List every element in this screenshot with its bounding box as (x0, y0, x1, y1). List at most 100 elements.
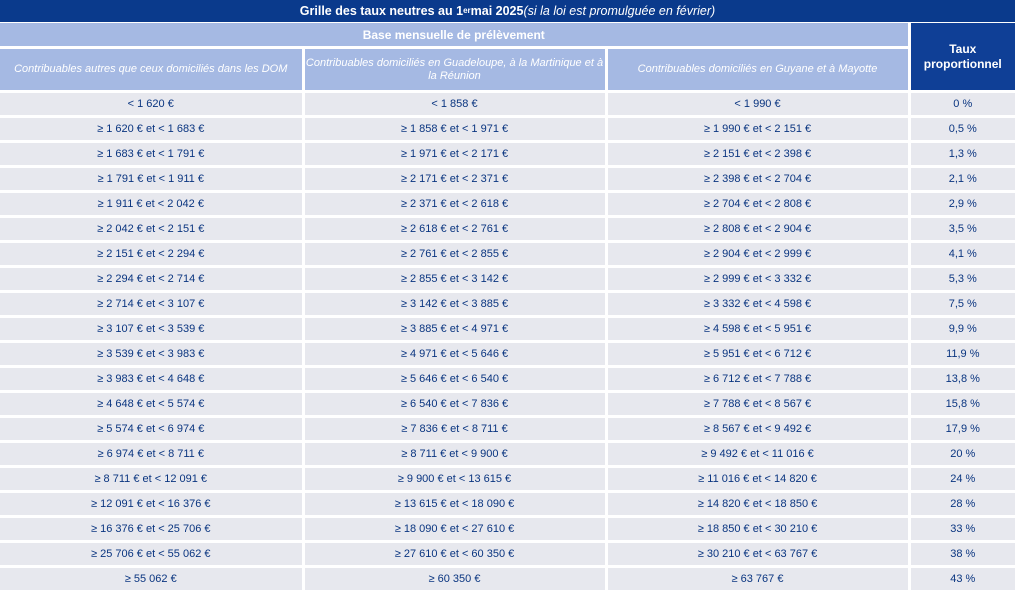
cell-metropole: ≥ 5 574 € et < 6 974 € (0, 417, 303, 442)
cell-guyane-mayotte: ≥ 7 788 € et < 8 567 € (606, 392, 909, 417)
cell-metropole: ≥ 3 983 € et < 4 648 € (0, 367, 303, 392)
cell-antilles-reunion: ≥ 2 371 € et < 2 618 € (303, 192, 606, 217)
cell-guyane-mayotte: ≥ 2 151 € et < 2 398 € (606, 142, 909, 167)
cell-rate: 2,9 % (909, 192, 1015, 217)
cell-rate: 2,1 % (909, 167, 1015, 192)
table-row: < 1 620 €< 1 858 €< 1 990 €0 % (0, 92, 1015, 117)
table-row: ≥ 55 062 €≥ 60 350 €≥ 63 767 €43 % (0, 567, 1015, 590)
cell-guyane-mayotte: ≥ 2 704 € et < 2 808 € (606, 192, 909, 217)
cell-rate: 13,8 % (909, 367, 1015, 392)
table-row: ≥ 3 107 € et < 3 539 €≥ 3 885 € et < 4 9… (0, 317, 1015, 342)
cell-guyane-mayotte: ≥ 2 398 € et < 2 704 € (606, 167, 909, 192)
cell-rate: 33 % (909, 517, 1015, 542)
cell-antilles-reunion: ≥ 2 855 € et < 3 142 € (303, 267, 606, 292)
column-header-metropole: Contribuables autres que ceux domiciliés… (0, 48, 303, 92)
table-row: ≥ 12 091 € et < 16 376 €≥ 13 615 € et < … (0, 492, 1015, 517)
table-row: ≥ 25 706 € et < 55 062 €≥ 27 610 € et < … (0, 542, 1015, 567)
cell-metropole: < 1 620 € (0, 92, 303, 117)
cell-antilles-reunion: ≥ 13 615 € et < 18 090 € (303, 492, 606, 517)
cell-antilles-reunion: ≥ 4 971 € et < 5 646 € (303, 342, 606, 367)
cell-guyane-mayotte: ≥ 8 567 € et < 9 492 € (606, 417, 909, 442)
table-row: ≥ 16 376 € et < 25 706 €≥ 18 090 € et < … (0, 517, 1015, 542)
table-row: ≥ 5 574 € et < 6 974 €≥ 7 836 € et < 8 7… (0, 417, 1015, 442)
cell-rate: 20 % (909, 442, 1015, 467)
title-note: (si la loi est promulguée en février) (523, 4, 715, 18)
cell-metropole: ≥ 16 376 € et < 25 706 € (0, 517, 303, 542)
column-header-guadeloupe-martinique-reunion: Contribuables domiciliés en Guadeloupe, … (303, 48, 606, 92)
cell-rate: 17,9 % (909, 417, 1015, 442)
title-main-end: mai 2025 (471, 4, 524, 18)
table-row: ≥ 1 683 € et < 1 791 €≥ 1 971 € et < 2 1… (0, 142, 1015, 167)
cell-guyane-mayotte: ≥ 11 016 € et < 14 820 € (606, 467, 909, 492)
cell-guyane-mayotte: ≥ 14 820 € et < 18 850 € (606, 492, 909, 517)
cell-rate: 3,5 % (909, 217, 1015, 242)
cell-metropole: ≥ 25 706 € et < 55 062 € (0, 542, 303, 567)
cell-metropole: ≥ 3 107 € et < 3 539 € (0, 317, 303, 342)
cell-metropole: ≥ 55 062 € (0, 567, 303, 590)
cell-rate: 9,9 % (909, 317, 1015, 342)
table-row: ≥ 2 151 € et < 2 294 €≥ 2 761 € et < 2 8… (0, 242, 1015, 267)
cell-metropole: ≥ 2 294 € et < 2 714 € (0, 267, 303, 292)
tax-rate-table: Base mensuelle de prélèvement Taux propo… (0, 23, 1015, 590)
cell-guyane-mayotte: ≥ 30 210 € et < 63 767 € (606, 542, 909, 567)
cell-metropole: ≥ 2 714 € et < 3 107 € (0, 292, 303, 317)
table-row: ≥ 1 620 € et < 1 683 €≥ 1 858 € et < 1 9… (0, 117, 1015, 142)
cell-rate: 24 % (909, 467, 1015, 492)
cell-antilles-reunion: ≥ 5 646 € et < 6 540 € (303, 367, 606, 392)
cell-guyane-mayotte: < 1 990 € (606, 92, 909, 117)
cell-antilles-reunion: ≥ 6 540 € et < 7 836 € (303, 392, 606, 417)
cell-metropole: ≥ 2 042 € et < 2 151 € (0, 217, 303, 242)
table-row: ≥ 4 648 € et < 5 574 €≥ 6 540 € et < 7 8… (0, 392, 1015, 417)
cell-metropole: ≥ 1 911 € et < 2 042 € (0, 192, 303, 217)
cell-metropole: ≥ 2 151 € et < 2 294 € (0, 242, 303, 267)
header-row-band: Base mensuelle de prélèvement Taux propo… (0, 23, 1015, 48)
cell-antilles-reunion: ≥ 9 900 € et < 13 615 € (303, 467, 606, 492)
cell-antilles-reunion: ≥ 3 885 € et < 4 971 € (303, 317, 606, 342)
band-header: Base mensuelle de prélèvement (0, 23, 909, 48)
rate-header: Taux proportionnel (909, 23, 1015, 92)
cell-antilles-reunion: ≥ 7 836 € et < 8 711 € (303, 417, 606, 442)
cell-antilles-reunion: ≥ 60 350 € (303, 567, 606, 590)
cell-antilles-reunion: ≥ 2 618 € et < 2 761 € (303, 217, 606, 242)
cell-rate: 4,1 % (909, 242, 1015, 267)
table-row: ≥ 3 539 € et < 3 983 €≥ 4 971 € et < 5 6… (0, 342, 1015, 367)
cell-guyane-mayotte: ≥ 18 850 € et < 30 210 € (606, 517, 909, 542)
table-row: ≥ 3 983 € et < 4 648 €≥ 5 646 € et < 6 5… (0, 367, 1015, 392)
cell-metropole: ≥ 1 791 € et < 1 911 € (0, 167, 303, 192)
page: Grille des taux neutres au 1er mai 2025 … (0, 0, 1015, 589)
cell-metropole: ≥ 1 620 € et < 1 683 € (0, 117, 303, 142)
cell-rate: 0,5 % (909, 117, 1015, 142)
column-header-guyane-mayotte: Contribuables domiciliés en Guyane et à … (606, 48, 909, 92)
cell-antilles-reunion: ≥ 2 171 € et < 2 371 € (303, 167, 606, 192)
cell-rate: 38 % (909, 542, 1015, 567)
cell-antilles-reunion: < 1 858 € (303, 92, 606, 117)
title-superscript: er (463, 6, 471, 15)
cell-rate: 1,3 % (909, 142, 1015, 167)
cell-guyane-mayotte: ≥ 9 492 € et < 11 016 € (606, 442, 909, 467)
table-title: Grille des taux neutres au 1er mai 2025 … (0, 0, 1015, 22)
cell-antilles-reunion: ≥ 27 610 € et < 60 350 € (303, 542, 606, 567)
cell-metropole: ≥ 3 539 € et < 3 983 € (0, 342, 303, 367)
cell-rate: 43 % (909, 567, 1015, 590)
table-row: ≥ 1 911 € et < 2 042 €≥ 2 371 € et < 2 6… (0, 192, 1015, 217)
table-body: < 1 620 €< 1 858 €< 1 990 €0 %≥ 1 620 € … (0, 92, 1015, 590)
cell-guyane-mayotte: ≥ 4 598 € et < 5 951 € (606, 317, 909, 342)
cell-metropole: ≥ 6 974 € et < 8 711 € (0, 442, 303, 467)
cell-rate: 7,5 % (909, 292, 1015, 317)
table-row: ≥ 2 294 € et < 2 714 €≥ 2 855 € et < 3 1… (0, 267, 1015, 292)
cell-antilles-reunion: ≥ 8 711 € et < 9 900 € (303, 442, 606, 467)
cell-rate: 28 % (909, 492, 1015, 517)
cell-guyane-mayotte: ≥ 1 990 € et < 2 151 € (606, 117, 909, 142)
cell-guyane-mayotte: ≥ 2 999 € et < 3 332 € (606, 267, 909, 292)
cell-antilles-reunion: ≥ 1 858 € et < 1 971 € (303, 117, 606, 142)
cell-rate: 15,8 % (909, 392, 1015, 417)
cell-guyane-mayotte: ≥ 3 332 € et < 4 598 € (606, 292, 909, 317)
table-row: ≥ 1 791 € et < 1 911 €≥ 2 171 € et < 2 3… (0, 167, 1015, 192)
header-row-columns: Contribuables autres que ceux domiciliés… (0, 48, 1015, 92)
cell-guyane-mayotte: ≥ 6 712 € et < 7 788 € (606, 367, 909, 392)
cell-metropole: ≥ 8 711 € et < 12 091 € (0, 467, 303, 492)
table-row: ≥ 8 711 € et < 12 091 €≥ 9 900 € et < 13… (0, 467, 1015, 492)
cell-antilles-reunion: ≥ 2 761 € et < 2 855 € (303, 242, 606, 267)
cell-rate: 5,3 % (909, 267, 1015, 292)
cell-guyane-mayotte: ≥ 5 951 € et < 6 712 € (606, 342, 909, 367)
